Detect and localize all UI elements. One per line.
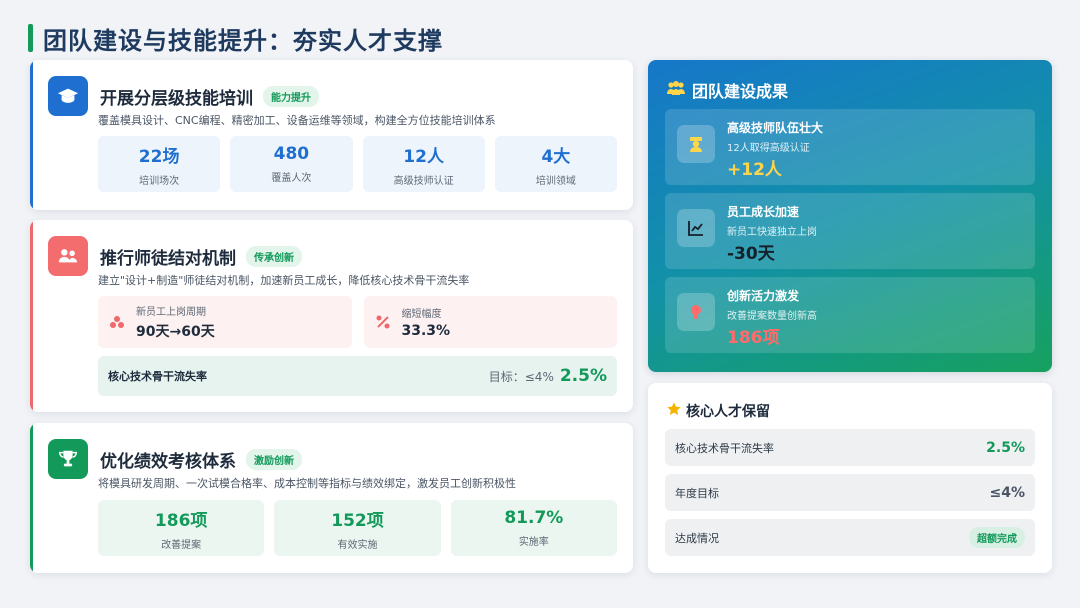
reduction-metric: 缩短幅度 33.3%: [363, 296, 617, 348]
stat-label: 有效实施: [337, 539, 378, 551]
result-title: 员工成长加速: [727, 205, 800, 219]
stat-label: 培训领域: [535, 175, 576, 187]
star-icon: [666, 401, 682, 421]
metric-value: 33.3%: [401, 323, 451, 339]
stat-value: 4大: [541, 146, 571, 167]
group-icon: [108, 313, 126, 331]
row-label: 年度目标: [675, 486, 719, 500]
talent-retention-panel: 核心人才保留 核心技术骨干流失率 2.5% 年度目标 ≤4% 达成情况 超额完成: [648, 383, 1052, 573]
page-title: 团队建设与技能提升：夯实人才支撑: [43, 26, 443, 55]
metric-label: 缩短幅度: [401, 309, 442, 320]
result-item: 创新活力激发 改善提案数量创新高 186项: [665, 277, 1035, 353]
stat-item: 480 覆盖人次: [230, 136, 353, 192]
stat-value: 152项: [331, 510, 384, 531]
stat-label: 改善提案: [161, 539, 202, 551]
card-title: 开展分层级技能培训: [100, 88, 253, 109]
result-title: 高级技师队伍壮大: [727, 121, 824, 135]
stat-value: 480: [273, 144, 310, 164]
stat-item: 4大 培训领域: [494, 136, 617, 192]
row-label: 核心技术骨干流失率: [675, 441, 774, 455]
lightbulb-icon: [677, 293, 715, 331]
stat-value: 22场: [138, 146, 180, 167]
card-header: 优化绩效考核体系 激励创新: [48, 439, 302, 479]
retention-row: 达成情况 超额完成: [665, 519, 1035, 556]
trend-chart-icon: [677, 209, 715, 247]
panel-title: 团队建设成果: [692, 82, 789, 101]
card-header: 开展分层级技能培训 能力提升: [48, 76, 319, 116]
status-badge: 超额完成: [969, 527, 1025, 548]
stat-label: 覆盖人次: [271, 173, 312, 184]
technician-icon: [677, 125, 715, 163]
training-card: 开展分层级技能培训 能力提升 覆盖模具设计、CNC编程、精密加工、设备运维等领域…: [30, 60, 633, 210]
card-accent-bar: [30, 60, 33, 210]
stat-item: 152项 有效实施: [274, 500, 441, 556]
mentorship-card: 推行师徒结对机制 传承创新 建立"设计+制造"师徒结对机制，加速新员工成长，降低…: [30, 220, 633, 412]
result-subtitle: 12人取得高级认证: [727, 143, 810, 154]
metric-value: 90天→60天: [136, 324, 215, 340]
card-accent-bar: [30, 220, 33, 412]
stat-item: 22场 培训场次: [98, 136, 221, 192]
card-tag: 能力提升: [263, 85, 319, 107]
stat-value: 12人: [403, 146, 444, 167]
card-accent-bar: [30, 423, 33, 573]
card-header: 推行师徒结对机制 传承创新: [48, 236, 302, 276]
card-tag: 激励创新: [246, 448, 302, 470]
result-subtitle: 新员工快速独立上岗: [727, 227, 817, 238]
team-icon: [666, 80, 686, 100]
result-subtitle: 改善提案数量创新高: [727, 311, 817, 322]
trophy-icon: [48, 439, 88, 479]
card-title: 优化绩效考核体系: [100, 451, 236, 472]
rate-label: 核心技术骨干流失率: [108, 370, 207, 383]
stat-row: 22场 培训场次 480 覆盖人次 12人 高级技师认证 4大 培训领域: [98, 136, 617, 192]
panel-header: 团队建设成果: [666, 78, 788, 102]
card-title: 推行师徒结对机制: [100, 248, 236, 269]
stat-item: 12人 高级技师认证: [362, 136, 485, 192]
graduation-cap-icon: [48, 76, 88, 116]
stat-value: 81.7%: [504, 508, 564, 528]
turnover-rate-row: 核心技术骨干流失率 目标：≤4% 2.5%: [98, 356, 617, 396]
percent-icon: [374, 313, 392, 331]
stat-value: 186项: [154, 510, 208, 531]
row-label: 达成情况: [675, 531, 719, 545]
mentorship-metrics: 新员工上岗周期 90天→60天 缩短幅度 33.3%: [98, 296, 617, 348]
result-value: +12人: [727, 160, 782, 180]
metric-label: 新员工上岗周期: [136, 307, 206, 318]
rate-value: 2.5%: [559, 366, 607, 386]
retention-row: 年度目标 ≤4%: [665, 474, 1035, 511]
row-value: ≤4%: [989, 484, 1026, 501]
result-item: 高级技师队伍壮大 12人取得高级认证 +12人: [665, 109, 1035, 185]
card-description: 将模具研发周期、一次试模合格率、成本控制等指标与绩效绑定，激发员工创新积极性: [98, 477, 516, 490]
retention-row: 核心技术骨干流失率 2.5%: [665, 429, 1035, 466]
result-value: 186项: [727, 328, 780, 348]
people-icon: [48, 236, 88, 276]
stat-row: 186项 改善提案 152项 有效实施 81.7% 实施率: [98, 500, 617, 556]
stat-item: 186项 改善提案: [98, 500, 265, 556]
result-title: 创新活力激发: [727, 289, 800, 303]
panel-header: 核心人才保留: [666, 401, 770, 421]
stat-label: 培训场次: [139, 175, 180, 187]
card-description: 覆盖模具设计、CNC编程、精密加工、设备运维等领域，构建全方位技能培训体系: [98, 114, 496, 127]
result-item: 员工成长加速 新员工快速独立上岗 -30天: [665, 193, 1035, 269]
result-value: -30天: [727, 244, 775, 264]
stat-item: 81.7% 实施率: [450, 500, 617, 556]
stat-label: 高级技师认证: [393, 175, 454, 187]
rate-target: 目标：≤4%: [488, 369, 554, 384]
card-description: 建立"设计+制造"师徒结对机制，加速新员工成长，降低核心技术骨干流失率: [98, 274, 470, 287]
panel-title: 核心人才保留: [686, 404, 770, 420]
team-results-panel: 团队建设成果 高级技师队伍壮大 12人取得高级认证 +12人 员工成长加速 新员…: [648, 60, 1052, 372]
row-value: 2.5%: [986, 439, 1025, 456]
cycle-metric: 新员工上岗周期 90天→60天: [98, 296, 352, 348]
page-header: 团队建设与技能提升：夯实人才支撑: [28, 22, 443, 55]
card-tag: 传承创新: [246, 245, 302, 267]
title-accent-bar: [28, 24, 33, 52]
performance-card: 优化绩效考核体系 激励创新 将模具研发周期、一次试模合格率、成本控制等指标与绩效…: [30, 423, 633, 573]
stat-label: 实施率: [518, 537, 549, 548]
